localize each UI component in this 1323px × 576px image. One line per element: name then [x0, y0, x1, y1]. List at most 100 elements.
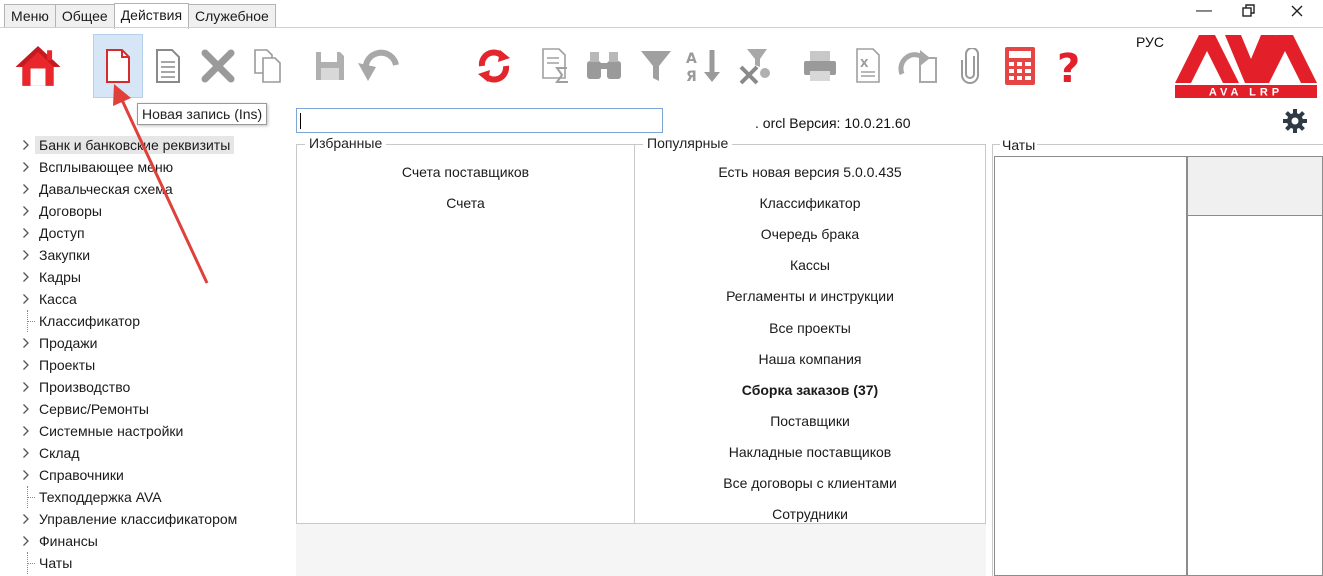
chevron-right-icon[interactable] [18, 354, 34, 376]
minimize-button[interactable]: — [1196, 2, 1212, 20]
tab-menu[interactable]: Меню [4, 4, 56, 28]
chevron-right-icon[interactable] [18, 398, 34, 420]
popular-item[interactable]: Наша компания [635, 351, 985, 367]
tree-item[interactable]: Склад [18, 442, 288, 464]
svg-text:?: ? [1057, 46, 1080, 86]
popular-item[interactable]: Сотрудники [635, 506, 985, 522]
close-window-button[interactable] [1290, 4, 1304, 21]
tree-item[interactable]: Договоры [18, 200, 288, 222]
popular-item[interactable]: Кассы [635, 257, 985, 273]
binoculars-icon [587, 52, 621, 79]
export-excel-button[interactable]: X [846, 34, 894, 98]
new-record-button[interactable] [93, 34, 143, 98]
chevron-right-icon[interactable] [18, 332, 34, 354]
tree-item-label: Банк и банковские реквизиты [35, 136, 235, 154]
popular-item[interactable]: Сборка заказов (37) [635, 382, 985, 398]
tab-general[interactable]: Общее [54, 4, 115, 28]
edit-document-icon [156, 49, 180, 83]
tree-item-label: Чаты [39, 555, 73, 571]
sort-az-icon: А Я [686, 50, 720, 84]
sum-document-icon [542, 48, 568, 83]
tree-item[interactable]: Касса [18, 288, 288, 310]
chevron-right-icon[interactable] [18, 200, 34, 222]
tree-item[interactable]: Давальческая схема [18, 178, 288, 200]
print-button[interactable] [796, 34, 844, 98]
chevron-right-icon[interactable] [18, 288, 34, 310]
logo-subtitle: AVA LRP [1209, 87, 1283, 99]
tree-item[interactable]: Сервис/Ремонты [18, 398, 288, 420]
chevron-right-icon[interactable] [18, 508, 34, 530]
redirect-button[interactable] [894, 34, 942, 98]
popular-item[interactable]: Все договоры с клиентами [635, 475, 985, 491]
chevron-right-icon[interactable] [18, 156, 34, 178]
tree-item[interactable]: Чаты [18, 552, 288, 574]
printer-icon [804, 51, 836, 81]
chevron-right-icon[interactable] [18, 530, 34, 552]
language-indicator[interactable]: РУС [1136, 34, 1164, 50]
popular-item[interactable]: Накладные поставщиков [635, 444, 985, 460]
copy-button[interactable] [244, 34, 292, 98]
find-button[interactable] [580, 34, 628, 98]
sort-button[interactable]: А Я [680, 34, 728, 98]
chevron-right-icon[interactable] [18, 442, 34, 464]
tree-item[interactable]: Всплывающее меню [18, 156, 288, 178]
version-text: . orcl Версия: 10.0.21.60 [755, 115, 911, 131]
delete-button[interactable] [194, 34, 242, 98]
chats-list[interactable] [994, 156, 1187, 576]
tab-actions[interactable]: Действия [113, 3, 190, 29]
tree-item[interactable]: Кадры [18, 266, 288, 288]
new-record-tooltip: Новая запись (Ins) [137, 103, 268, 125]
search-input[interactable] [296, 108, 663, 133]
popular-item[interactable]: Очередь брака [635, 226, 985, 242]
restore-button[interactable] [1242, 4, 1256, 21]
save-icon [316, 52, 344, 80]
tree-item-label: Проекты [39, 357, 96, 373]
tab-bar: Меню Общее Действия Служебное [4, 3, 276, 29]
tree-item[interactable]: Управление классификатором [18, 508, 288, 530]
popular-item[interactable]: Поставщики [635, 413, 985, 429]
tree-item-label: Системные настройки [39, 423, 184, 439]
tree-item[interactable]: Продажи [18, 332, 288, 354]
chevron-right-icon[interactable] [18, 266, 34, 288]
tree-item[interactable]: Техподдержка AVA [18, 486, 288, 508]
save-button[interactable] [306, 34, 354, 98]
tree-item[interactable]: Банк и банковские реквизиты [18, 134, 288, 156]
favorite-item[interactable]: Счета поставщиков [297, 164, 634, 180]
chevron-right-icon[interactable] [18, 376, 34, 398]
help-button[interactable]: ? [1046, 34, 1094, 98]
chevron-right-icon[interactable] [18, 244, 34, 266]
svg-text:Я: Я [686, 69, 697, 84]
home-button[interactable] [14, 34, 62, 98]
tree-item[interactable]: Справочники [18, 464, 288, 486]
popular-panel: Популярные Есть новая версия 5.0.0.435 Кл… [634, 135, 986, 524]
filter-button[interactable] [632, 34, 680, 98]
favorite-item[interactable]: Счета [297, 195, 634, 211]
totals-button[interactable] [532, 34, 580, 98]
chevron-right-icon[interactable] [18, 134, 34, 156]
chevron-right-icon[interactable] [18, 222, 34, 244]
popular-item[interactable]: Регламенты и инструкции [635, 288, 985, 304]
chevron-right-icon[interactable] [18, 420, 34, 442]
clear-filter-button[interactable] [732, 34, 780, 98]
calculator-button[interactable] [996, 34, 1044, 98]
attach-button[interactable] [946, 34, 994, 98]
tree-item[interactable]: Проекты [18, 354, 288, 376]
chat-messages[interactable] [1187, 216, 1323, 576]
new-document-icon [106, 49, 130, 83]
refresh-button[interactable] [470, 34, 518, 98]
popular-item[interactable]: Классификатор [635, 195, 985, 211]
tree-item[interactable]: Доступ [18, 222, 288, 244]
chevron-right-icon[interactable] [18, 464, 34, 486]
tree-item[interactable]: Классификатор [18, 310, 288, 332]
tab-service[interactable]: Служебное [188, 4, 276, 28]
undo-button[interactable] [356, 34, 404, 98]
tree-item[interactable]: Закупки [18, 244, 288, 266]
chevron-right-icon[interactable] [18, 178, 34, 200]
tree-item[interactable]: Финансы [18, 530, 288, 552]
edit-record-button[interactable] [144, 34, 192, 98]
settings-button[interactable] [1282, 108, 1308, 137]
popular-item[interactable]: Все проекты [635, 320, 985, 336]
tree-item[interactable]: Производство [18, 376, 288, 398]
popular-item[interactable]: Есть новая версия 5.0.0.435 [635, 164, 985, 180]
tree-item[interactable]: Системные настройки [18, 420, 288, 442]
